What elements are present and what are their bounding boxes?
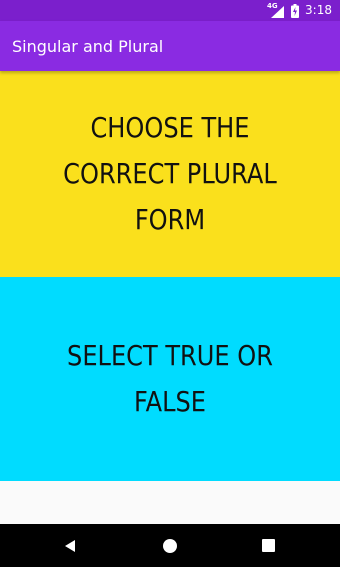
status-bar: 4G 3:18 — [0, 0, 340, 21]
select-true-false-label: SELECT TRUE OR FALSE — [67, 339, 273, 418]
battery-charging-icon — [291, 3, 300, 18]
status-icons: 4G 3:18 — [267, 2, 332, 19]
app-title: Singular and Plural — [12, 36, 164, 56]
recent-apps-button[interactable] — [238, 524, 298, 567]
network-indicator: 4G — [267, 2, 285, 18]
app-bar: Singular and Plural — [0, 21, 340, 71]
clock-time: 3:18 — [305, 3, 332, 17]
choose-plural-form-label: CHOOSE THE CORRECT PLURAL FORM — [63, 111, 277, 236]
choose-plural-form-card[interactable]: CHOOSE THE CORRECT PLURAL FORM — [0, 71, 340, 277]
select-true-false-card[interactable]: SELECT TRUE OR FALSE — [0, 277, 340, 481]
signal-icon — [271, 5, 285, 18]
back-icon — [65, 539, 75, 552]
home-icon — [163, 538, 177, 553]
home-button[interactable] — [140, 524, 200, 567]
recent-apps-icon — [261, 539, 275, 552]
navigation-bar — [0, 524, 340, 567]
back-button[interactable] — [40, 524, 100, 567]
